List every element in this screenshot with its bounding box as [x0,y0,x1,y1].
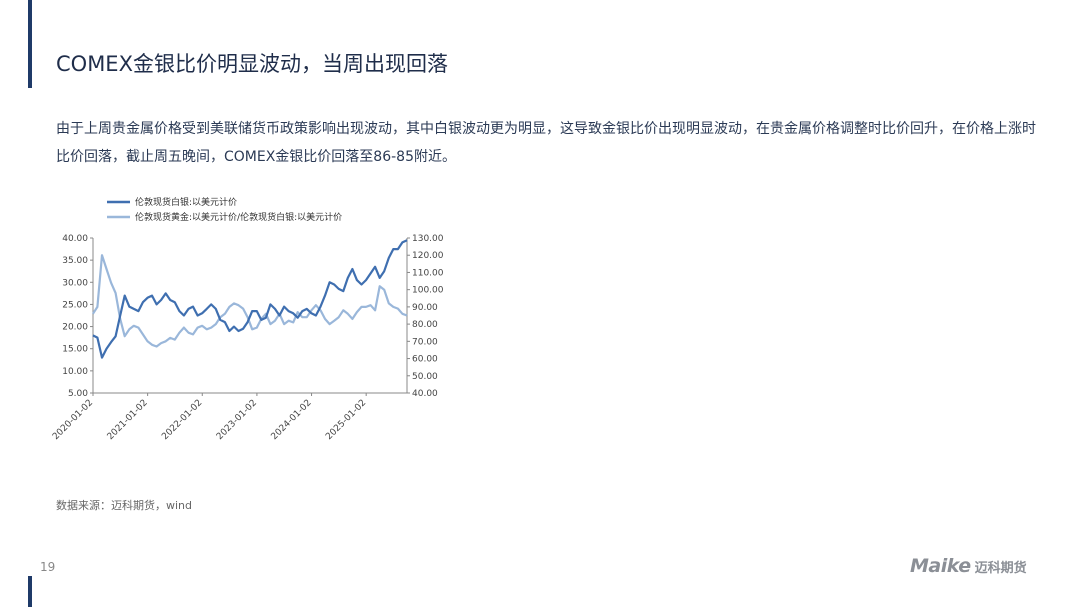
legend-label-2: 伦敦现货黄金:以美元计价/伦敦现货白银:以美元计价 [135,211,342,223]
left-tick-label: 25.00 [62,300,88,310]
right-tick-label: 80.00 [412,320,438,330]
series-line-2 [91,254,408,348]
accent-bar-bottom [28,576,32,607]
chart-legend: 伦敦现货白银:以美元计价伦敦现货黄金:以美元计价/伦敦现货白银:以美元计价 [107,196,342,223]
x-tick-label: 2023-01-02 [215,398,259,442]
right-tick-label: 100.00 [412,286,444,296]
chart-series [91,239,408,359]
right-tick-label: 70.00 [412,337,438,347]
body-paragraph: 由于上周贵金属价格受到美联储货币政策影响出现波动，其中白银波动更为明显，这导致金… [56,121,1036,165]
x-tick-label: 2025-01-02 [324,398,368,442]
left-tick-label: 30.00 [62,278,88,288]
x-tick-label: 2022-01-02 [160,398,204,442]
right-tick-label: 120.00 [412,251,444,261]
right-tick-label: 60.00 [412,355,438,365]
right-tick-label: 40.00 [412,389,438,399]
silver-gold-ratio-chart: 伦敦现货白银:以美元计价伦敦现货黄金:以美元计价/伦敦现货白银:以美元计价 40… [51,196,444,442]
x-tick-label: 2020-01-02 [51,398,95,442]
chart-axes: 40.00 35.00 30.00 25.00 20.00 15.00 10.00 5.00 1… [51,234,444,442]
left-tick-label: 15.00 [62,345,88,355]
right-tick-label: 130.00 [412,234,444,244]
series-line-1 [92,239,408,359]
left-tick-label: 10.00 [62,367,88,377]
chart-container: 伦敦现货白银:以美元计价伦敦现货黄金:以美元计价/伦敦现货白银:以美元计价 40… [45,185,465,460]
x-tick-label: 2024-01-02 [270,398,314,442]
left-tick-label: 20.00 [62,323,88,333]
logo-text: 迈科期货 [974,560,1027,576]
right-tick-label: 90.00 [412,303,438,313]
left-tick-label: 35.00 [62,256,88,266]
x-tick-label: 2021-01-02 [106,398,150,442]
page-title: COMEX金银比价明显波动，当周出现回落 [56,52,448,76]
page-number: 19 [40,560,56,574]
logo-mark: Maike [910,555,971,577]
accent-bar-top [28,0,32,88]
company-logo: Maike 迈科期货 [910,555,1027,577]
right-tick-label: 50.00 [412,372,438,382]
legend-label-1: 伦敦现货白银:以美元计价 [135,196,237,208]
left-tick-label: 40.00 [62,234,88,244]
right-tick-label: 110.00 [412,268,444,278]
data-source-note: 数据来源：迈科期货，wind [56,499,193,512]
left-tick-label: 5.00 [68,389,88,399]
